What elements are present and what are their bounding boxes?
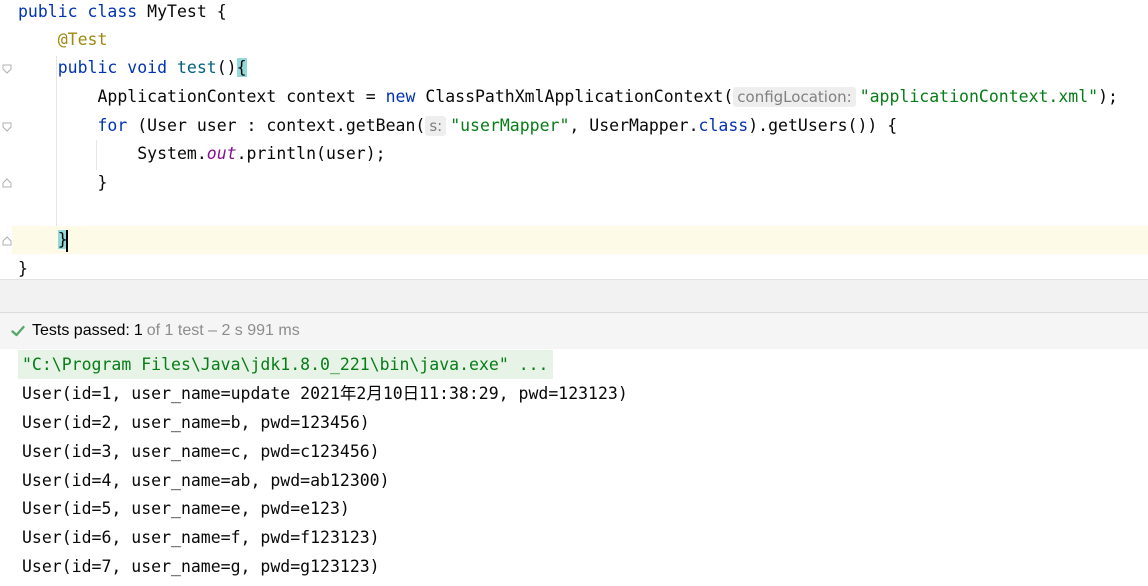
- text-caret: [66, 230, 68, 252]
- annotation: @Test: [57, 30, 108, 49]
- console-command-line[interactable]: "C:\Program Files\Java\jdk1.8.0_221\bin\…: [18, 350, 553, 379]
- static-field: out: [206, 144, 237, 163]
- test-status-bar: Tests passed: 1 of 1 test – 2 s 991 ms: [0, 312, 1148, 350]
- code-line-class-declaration: public class MyTest {: [18, 0, 227, 26]
- code-text: ).getUsers()) {: [748, 116, 898, 135]
- code-line-annotation: @Test: [18, 26, 108, 54]
- brace: }: [18, 259, 28, 278]
- keyword: for: [97, 116, 128, 135]
- code-line-println: System.out.println(user);: [18, 140, 386, 168]
- code-line-method-declaration: public void test(){: [18, 54, 247, 82]
- console-output-line: User(id=5, user_name=e, pwd=e123): [22, 499, 350, 518]
- fold-marker-icon[interactable]: [2, 122, 12, 132]
- current-line-highlight: [12, 226, 1148, 254]
- console-output-line: User(id=7, user_name=g, pwd=g123123): [22, 557, 380, 576]
- console-output-line: User(id=1, user_name=update 2021年2月10日11…: [22, 384, 628, 403]
- code-editor[interactable]: public class MyTest { @Test public void …: [0, 0, 1148, 279]
- fold-marker-icon[interactable]: [2, 178, 12, 188]
- tests-passed-label: Tests passed:: [32, 322, 130, 339]
- check-icon: [10, 323, 26, 339]
- parens: (): [216, 58, 237, 77]
- panel-divider[interactable]: [0, 279, 1148, 313]
- method-name: test: [176, 58, 217, 77]
- code-line-for-loop: for (User user : context.getBean(s: "user…: [18, 112, 897, 140]
- tests-passed-detail: of 1 test – 2 s 991 ms: [146, 322, 300, 339]
- code-line-context: ApplicationContext context = new ClassPa…: [18, 83, 1118, 111]
- code-line-close-method: }: [18, 226, 68, 254]
- string-literal: "userMapper": [450, 116, 570, 135]
- code-line-close-class: }: [18, 255, 28, 279]
- console-output-line: User(id=4, user_name=ab, pwd=ab12300): [22, 471, 390, 490]
- code-text: ApplicationContext context =: [97, 87, 386, 106]
- code-text: ClassPathXmlApplicationContext(: [425, 87, 734, 106]
- fold-marker-icon[interactable]: [2, 64, 12, 74]
- fold-marker-icon[interactable]: [2, 236, 12, 246]
- run-console[interactable]: "C:\Program Files\Java\jdk1.8.0_221\bin\…: [0, 349, 1148, 586]
- keyword: class: [698, 116, 749, 135]
- keyword: void: [127, 58, 168, 77]
- parameter-hint: s:: [425, 116, 447, 136]
- code-text: (User user : context.getBean(: [127, 116, 426, 135]
- code-text: System.: [137, 144, 207, 163]
- keyword: public: [18, 2, 78, 21]
- keyword: new: [385, 87, 416, 106]
- console-output-line: User(id=6, user_name=f, pwd=f123123): [22, 528, 380, 547]
- brace: }: [97, 173, 108, 192]
- console-output-line: User(id=2, user_name=b, pwd=123456): [22, 413, 370, 432]
- matched-brace: {: [236, 58, 247, 77]
- code-line-close-loop: }: [18, 169, 107, 197]
- tests-passed-count: 1: [133, 322, 143, 339]
- class-name: MyTest: [147, 2, 207, 21]
- brace: {: [216, 2, 227, 21]
- keyword: public: [57, 58, 118, 77]
- code-text: .println(user);: [236, 144, 386, 163]
- string-literal: "applicationContext.xml": [859, 87, 1099, 106]
- code-text: , UserMapper.: [569, 116, 699, 135]
- parameter-hint: configLocation:: [733, 87, 856, 107]
- keyword: class: [87, 2, 138, 21]
- code-text: );: [1098, 87, 1118, 106]
- console-output-line: User(id=3, user_name=c, pwd=c123456): [22, 442, 380, 461]
